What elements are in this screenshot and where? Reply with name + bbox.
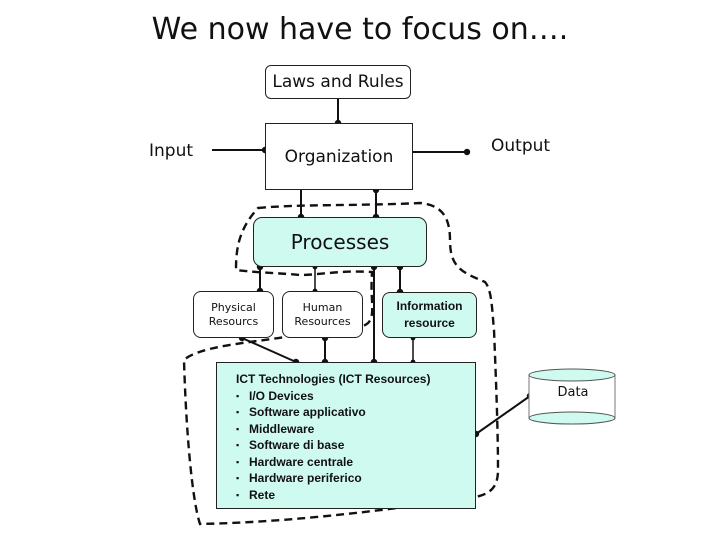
ict-heading: ICT Technologies (ICT Resources) <box>236 372 431 386</box>
ict-list-item: Rete <box>236 487 475 504</box>
output-label: Output <box>491 136 551 156</box>
ict-list-item: Software applicativo <box>236 404 475 421</box>
processes-box: Processes <box>253 217 427 267</box>
ict-list-item: Middleware <box>236 421 475 438</box>
ict-list-item: Hardware centrale <box>236 454 475 471</box>
input-label: Input <box>149 141 194 161</box>
physical-to-ict-link <box>238 334 300 366</box>
information-resource-line2: resource <box>404 316 455 330</box>
physical-resources-box: Physical Resourcs <box>193 291 274 338</box>
information-resource-line1: Information <box>396 299 463 313</box>
human-resources-line2: Resources <box>294 314 351 328</box>
ict-list-item: I/O Devices <box>236 388 475 405</box>
information-resource-box: Information resource <box>382 292 477 338</box>
ict-technologies-box: ICT Technologies (ICT Resources) I/O Dev… <box>216 362 476 509</box>
data-store-label: Data <box>557 385 589 400</box>
human-resources-box: Human Resources <box>282 291 363 338</box>
physical-resources-line1: Physical <box>211 300 256 314</box>
organization-box: Organization <box>265 123 413 190</box>
ict-list-item: Hardware periferico <box>236 470 475 487</box>
ict-list: I/O Devices Software applicativo Middlew… <box>236 388 475 504</box>
human-resources-line1: Human <box>302 300 343 314</box>
ict-to-data-link <box>472 392 534 438</box>
physical-resources-line2: Resourcs <box>208 314 259 328</box>
laws-and-rules-box: Laws and Rules <box>265 65 411 99</box>
ict-list-item: Software di base <box>236 437 475 454</box>
